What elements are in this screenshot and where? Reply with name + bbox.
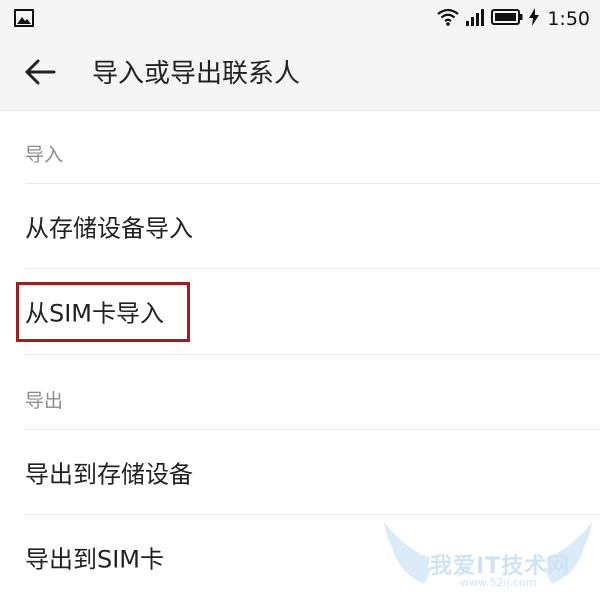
back-button[interactable] (20, 54, 60, 94)
charging-icon (529, 8, 540, 30)
watermark-url: www.52ij.com (460, 576, 537, 589)
status-bar: 1:50 (0, 0, 600, 38)
page-title: 导入或导出联系人 (92, 59, 301, 89)
arrow-left-icon (24, 58, 56, 90)
divider (25, 354, 600, 355)
import-from-storage-item[interactable]: 从存储设备导入 (0, 184, 600, 268)
list-item-label: 导出到存储设备 (25, 460, 193, 489)
watermark: 我爱IT技术网 www.52ij.com (378, 518, 598, 596)
highlight-box (16, 282, 190, 342)
app-bar: 导入或导出联系人 (0, 38, 600, 111)
section-header-import: 导入 (25, 144, 64, 166)
signal-icon (465, 8, 485, 30)
gallery-icon (14, 9, 34, 31)
section-header-export: 导出 (25, 390, 64, 412)
status-time: 1:50 (547, 8, 590, 30)
list-item-label: 导出到SIM卡 (25, 545, 165, 574)
list-item-label: 从存储设备导入 (25, 214, 193, 243)
battery-icon (491, 9, 523, 29)
export-to-storage-item[interactable]: 导出到存储设备 (0, 430, 600, 514)
wifi-icon (437, 8, 460, 30)
